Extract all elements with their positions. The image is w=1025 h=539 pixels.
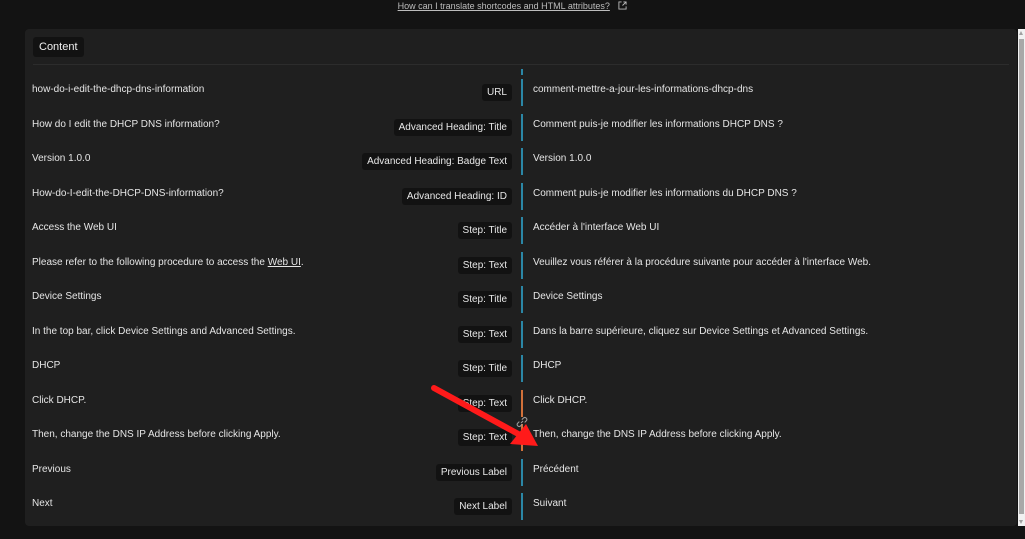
translation-row: How-do-I-edit-the-DHCP-DNS-information? A… [25, 178, 1017, 213]
field-label-badge: Advanced Heading: Badge Text [362, 153, 512, 170]
segment-bar [521, 458, 523, 486]
translation-row: Access the Web UI Step: Title Accéder à l'… [25, 212, 1017, 247]
panel-header: Content [33, 37, 84, 57]
field-label-badge: Advanced Heading: ID [401, 187, 512, 205]
linked-segment-bar [521, 424, 523, 451]
translation-text[interactable]: Accéder à l'interface Web UI [533, 222, 659, 233]
translation-text[interactable]: Device Settings [533, 291, 602, 302]
linked-segment-bar [521, 389, 523, 417]
translation-row: Please refer to the following procedure … [25, 247, 1017, 282]
translation-text[interactable]: comment-mettre-a-jour-les-informations-d… [533, 84, 753, 95]
source-text: Previous [32, 463, 71, 475]
field-label-badge: Step: Text [457, 325, 512, 343]
field-label-badge: Step: Text [457, 394, 512, 412]
translation-row: Previous Previous Label Précédent [25, 454, 1017, 489]
segment-bar [521, 79, 523, 106]
link-icon[interactable] [516, 416, 528, 428]
translation-text[interactable]: DHCP [533, 360, 561, 371]
translation-text[interactable]: Dans la barre supérieure, cliquez sur De… [533, 326, 868, 337]
source-text-suffix: . [300, 256, 304, 268]
translation-text[interactable]: Précédent [533, 464, 579, 475]
translation-row: how-do-i-edit-the-dhcp-dns-information UR… [25, 74, 1017, 109]
help-link-container: How can I translate shortcodes and HTML … [0, 0, 1025, 12]
translate-shortcodes-help-link[interactable]: How can I translate shortcodes and HTML … [398, 1, 610, 11]
field-label-badge: Step: Title [457, 291, 512, 308]
segment-bar [521, 113, 523, 141]
translation-row: DHCP Step: Title DHCP [25, 350, 1017, 385]
source-text: In the top bar, click Device Settings an… [32, 325, 296, 337]
field-label-badge: Step: Text [457, 256, 512, 274]
segment-bar [521, 286, 523, 313]
translation-row: Next Next Label Suivant [25, 488, 1017, 523]
field-label-badge: Step: Text [457, 429, 512, 446]
field-label-badge: Advanced Heading: Title [393, 118, 512, 136]
source-text: How-do-I-edit-the-DHCP-DNS-information? [32, 187, 224, 199]
translation-row: How do I edit the DHCP DNS information? A… [25, 109, 1017, 144]
segment-bar [521, 251, 523, 279]
translation-text[interactable]: Veuillez vous référer à la procédure sui… [533, 257, 871, 268]
segment-bar [521, 320, 523, 348]
translation-text[interactable]: Suivant [533, 498, 566, 509]
field-label-badge: Step: Title [457, 222, 512, 239]
segment-bar [521, 355, 523, 382]
translation-text[interactable]: Then, change the DNS IP Address before c… [533, 429, 782, 440]
source-text: DHCP [32, 360, 61, 371]
translation-text[interactable]: Comment puis-je modifier les information… [533, 119, 783, 130]
segment-bar [521, 493, 523, 520]
source-text: Version 1.0.0 [32, 153, 91, 164]
translation-row: Device Settings Step: Title Device Setting… [25, 281, 1017, 316]
vertical-scrollbar[interactable] [1018, 29, 1025, 526]
content-tab[interactable]: Content [33, 37, 84, 57]
scroll-thumb[interactable] [1019, 39, 1024, 514]
source-text: How do I edit the DHCP DNS information? [32, 118, 220, 130]
field-label-badge: Previous Label [435, 463, 512, 481]
translation-text[interactable]: Version 1.0.0 [533, 153, 591, 164]
source-text-prefix: Please refer to the following procedure … [32, 256, 268, 268]
source-text: Access the Web UI [32, 222, 117, 233]
source-text: Device Settings [32, 291, 102, 302]
segment-bar [521, 217, 523, 244]
field-label-badge: URL [481, 84, 512, 101]
source-text: how-do-i-edit-the-dhcp-dns-information [32, 84, 205, 95]
content-panel: Content how-do-i-edit-the-dhcp-dns-infor… [25, 29, 1017, 526]
translation-text[interactable]: Comment puis-je modifier les information… [533, 188, 797, 199]
segment-bar [521, 182, 523, 210]
translation-row: In the top bar, click Device Settings an… [25, 316, 1017, 351]
source-text: Then, change the DNS IP Address before c… [32, 429, 281, 440]
field-label-badge: Step: Title [457, 360, 512, 377]
translation-row: Click DHCP. Step: Text Click DHCP. [25, 385, 1017, 420]
field-label-badge: Next Label [454, 498, 512, 515]
source-text: Next [32, 498, 53, 509]
translation-text[interactable]: Click DHCP. [533, 395, 587, 406]
scroll-down-arrow-icon[interactable] [1019, 520, 1023, 524]
header-divider [33, 64, 1009, 65]
segment-bar [521, 148, 523, 175]
translation-row: Version 1.0.0 Advanced Heading: Badge Tex… [25, 143, 1017, 178]
scroll-up-arrow-icon[interactable] [1019, 31, 1023, 35]
web-ui-link[interactable]: Web UI [268, 257, 301, 268]
source-text: Click DHCP. [32, 394, 87, 406]
external-link-icon[interactable] [618, 1, 627, 10]
source-text: Please refer to the following procedure … [32, 257, 304, 268]
translation-rows: how-do-i-edit-the-dhcp-dns-information UR… [25, 74, 1017, 523]
